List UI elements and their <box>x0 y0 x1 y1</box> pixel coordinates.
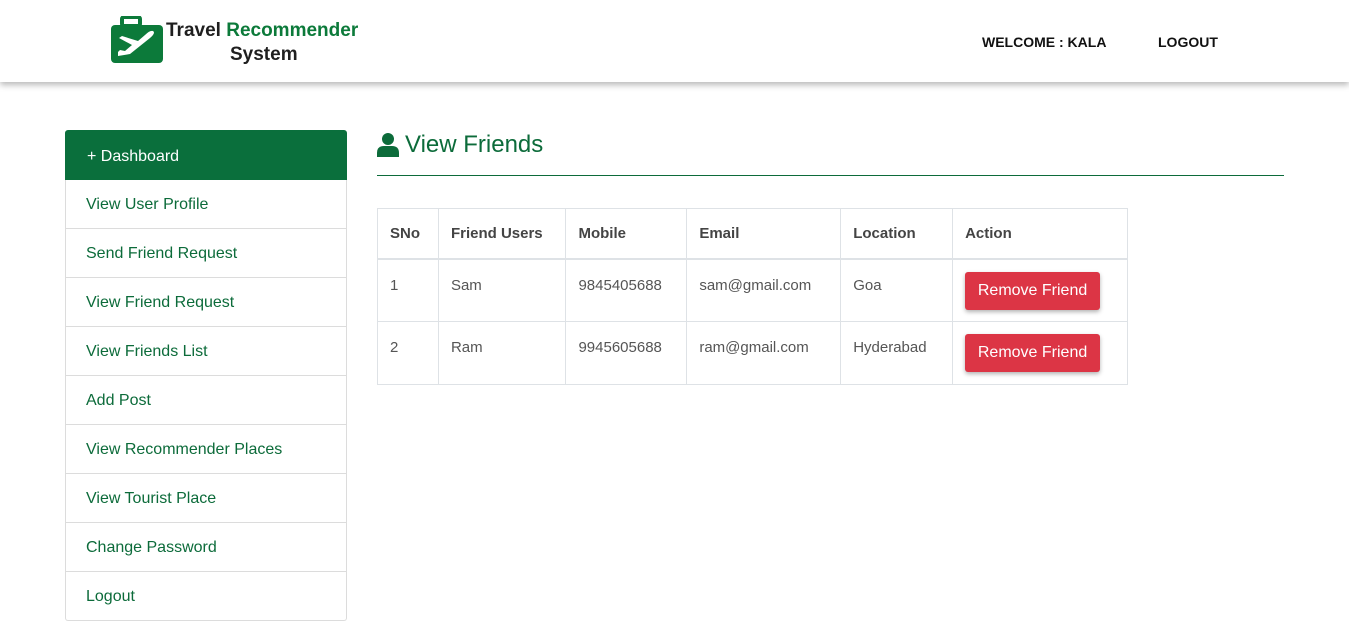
column-header-mobile: Mobile <box>565 208 688 260</box>
column-header-location: Location <box>840 208 954 260</box>
table-row: 1 Sam 9845405688 sam@gmail.com Goa Remov… <box>377 258 1128 322</box>
sidebar-menu: + Dashboard View User Profile Send Frien… <box>65 130 347 621</box>
friends-table: SNo Friend Users Mobile Email Location A… <box>377 208 1128 385</box>
column-header-action: Action <box>952 208 1128 260</box>
cell-location: Goa <box>840 258 954 322</box>
cell-friend-user: Ram <box>437 321 567 385</box>
sidebar-item-change-password[interactable]: Change Password <box>65 523 347 572</box>
site-logo[interactable]: Travel Recommender System <box>110 16 370 66</box>
remove-friend-button[interactable]: Remove Friend <box>965 334 1101 372</box>
table-row: 2 Ram 9945605688 ram@gmail.com Hyderabad… <box>377 321 1128 385</box>
cell-location: Hyderabad <box>840 321 954 385</box>
cell-friend-user: Sam <box>437 258 567 322</box>
logo-word-system: System <box>230 44 298 65</box>
column-header-email: Email <box>686 208 842 260</box>
sidebar-item-view-tourist-place[interactable]: View Tourist Place <box>65 474 347 523</box>
table-header-row: SNo Friend Users Mobile Email Location A… <box>377 208 1128 260</box>
logo-text: Travel Recommender <box>166 20 358 42</box>
cell-sno: 1 <box>377 258 439 322</box>
cell-mobile: 9945605688 <box>565 321 688 385</box>
column-header-friend-users: Friend Users <box>437 208 567 260</box>
sidebar-item-view-friend-request[interactable]: View Friend Request <box>65 278 347 327</box>
column-header-sno: SNo <box>377 208 439 260</box>
cell-sno: 2 <box>377 321 439 385</box>
top-header: Travel Recommender System WELCOME : KALA… <box>0 0 1349 82</box>
logo-word-recommender: Recommender <box>226 20 359 41</box>
welcome-user: WELCOME : KALA <box>982 34 1107 50</box>
sidebar-item-add-post[interactable]: Add Post <box>65 376 347 425</box>
cell-email: sam@gmail.com <box>686 258 842 322</box>
page-title-text: View Friends <box>405 131 544 158</box>
sidebar-item-logout[interactable]: Logout <box>65 572 347 621</box>
sidebar-item-send-friend-request[interactable]: Send Friend Request <box>65 229 347 278</box>
page-title: View Friends <box>377 131 1284 176</box>
cell-action: Remove Friend <box>952 321 1128 385</box>
remove-friend-button[interactable]: Remove Friend <box>965 271 1101 310</box>
user-icon <box>377 133 399 157</box>
cell-action: Remove Friend <box>952 258 1128 322</box>
sidebar-item-dashboard[interactable]: + Dashboard <box>65 130 347 180</box>
header-logout-link[interactable]: LOGOUT <box>1158 34 1218 50</box>
logo-word-travel: Travel <box>166 20 221 41</box>
suitcase-plane-icon <box>111 16 163 63</box>
sidebar-item-view-friends-list[interactable]: View Friends List <box>65 327 347 376</box>
sidebar-item-view-user-profile[interactable]: View User Profile <box>65 180 347 229</box>
cell-email: ram@gmail.com <box>686 321 842 385</box>
sidebar-item-view-recommender-places[interactable]: View Recommender Places <box>65 425 347 474</box>
cell-mobile: 9845405688 <box>565 258 688 322</box>
